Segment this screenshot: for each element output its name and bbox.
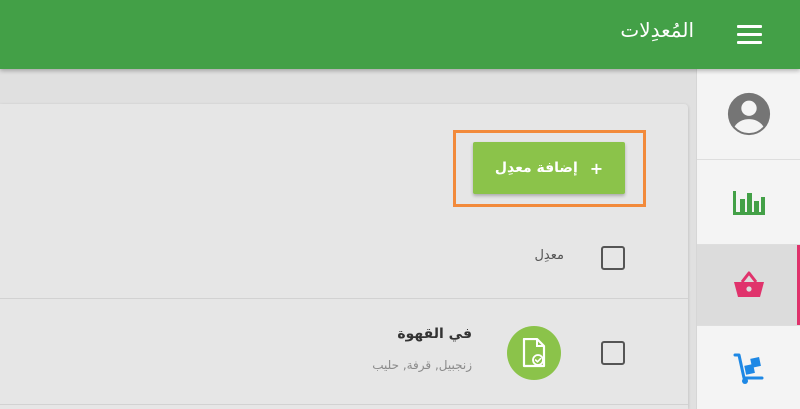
sidebar xyxy=(696,69,800,409)
row-checkbox[interactable] xyxy=(601,341,625,365)
highlight-frame xyxy=(453,130,646,207)
row-title[interactable]: في القهوة xyxy=(397,326,472,342)
sidebar-item-inventory[interactable] xyxy=(697,326,800,409)
column-header-modifier: معدِل xyxy=(534,248,564,263)
bar-chart-icon xyxy=(733,191,765,215)
app-bar: المُعدِلات xyxy=(0,0,800,69)
row-divider xyxy=(0,404,688,405)
document-check-icon xyxy=(507,326,561,380)
row-subtitle: زنجبيل, قرفة, حليب xyxy=(372,358,472,372)
sidebar-item-reports[interactable] xyxy=(697,160,800,245)
select-all-checkbox[interactable] xyxy=(601,246,625,270)
sidebar-item-account[interactable] xyxy=(697,69,800,160)
account-circle-icon xyxy=(727,92,771,136)
basket-icon xyxy=(734,271,764,297)
hand-truck-icon xyxy=(733,353,764,384)
hamburger-menu-icon[interactable] xyxy=(736,22,764,46)
row-divider xyxy=(0,298,688,299)
sidebar-item-modifiers[interactable] xyxy=(697,245,800,326)
page-title: المُعدِلات xyxy=(620,18,694,42)
